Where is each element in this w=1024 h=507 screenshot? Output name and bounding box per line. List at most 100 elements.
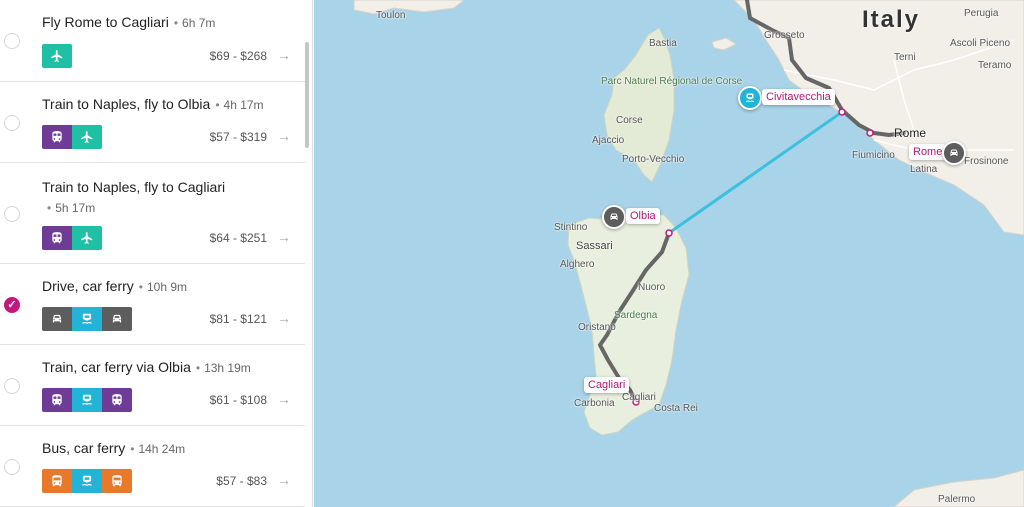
route-duration: 13h 19m <box>204 361 251 375</box>
olbia-car-pin[interactable] <box>602 205 626 229</box>
ferry-mode-badge <box>72 307 102 331</box>
france-coast <box>353 0 465 15</box>
place-costa-rei: Costa Rei <box>654 403 698 414</box>
route-title-text: Drive, car ferry <box>42 278 134 294</box>
route-list-scrollbar[interactable] <box>305 42 309 148</box>
bus-mode-badge <box>102 469 132 493</box>
car-icon <box>52 314 62 323</box>
bus-icon <box>112 475 122 487</box>
place-ascoli: Ascoli Piceno <box>950 38 1011 49</box>
route-radio[interactable] <box>4 114 20 131</box>
route-price: $61 - $108 <box>209 393 267 407</box>
route-arrow-icon[interactable]: → <box>277 310 291 326</box>
route-price: $57 - $319 <box>209 130 267 144</box>
car-icon <box>610 213 618 220</box>
place-cagliari-city: Cagliari <box>622 392 656 403</box>
route-radio[interactable] <box>4 377 20 394</box>
route-separator: • <box>47 201 52 215</box>
train-mode-badge <box>42 226 72 250</box>
route-title: Train, car ferry via Olbia • 13h 19m <box>42 359 297 375</box>
civitavecchia-label[interactable]: Civitavecchia <box>762 89 835 105</box>
elba-island <box>711 37 738 51</box>
place-alghero: Alghero <box>560 259 595 270</box>
car-mode-badge <box>42 307 72 331</box>
transport-modes <box>42 388 132 412</box>
route-title-text: Fly Rome to Cagliari <box>42 14 169 30</box>
place-bastia: Bastia <box>649 38 677 49</box>
route-arrow-icon[interactable]: → <box>277 128 291 144</box>
route-radio-selected[interactable]: ✓ <box>4 296 20 313</box>
train-mode-badge <box>42 388 72 412</box>
route-title: Train to Naples, fly to Olbia • 4h 17m <box>42 96 297 112</box>
train-mode-badge <box>102 388 132 412</box>
train-icon <box>52 232 62 244</box>
route-ferry <box>668 110 843 235</box>
place-sardegna: Sardegna <box>614 310 658 321</box>
route-option[interactable]: Fly Rome to Cagliari • 6h 7m $69 - $268 → <box>0 0 305 82</box>
route-separator: • <box>173 16 179 30</box>
place-fiumicino: Fiumicino <box>852 150 895 161</box>
route-duration: 6h 7m <box>182 16 216 30</box>
route-arrow-icon[interactable]: → <box>277 229 291 245</box>
transport-modes <box>42 469 132 493</box>
place-corse: Corse <box>616 115 643 126</box>
route-title-text: Train to Naples, fly to Olbia <box>42 96 211 112</box>
bus-mode-badge <box>42 469 72 493</box>
route-option[interactable]: Bus, car ferry • 14h 24m $57 - $83 → <box>0 426 305 507</box>
plane-icon <box>51 50 63 62</box>
route-option[interactable]: Train, car ferry via Olbia • 13h 19m $61 - … <box>0 345 305 426</box>
ferry-icon <box>82 394 92 405</box>
route-price: $81 - $121 <box>209 312 267 326</box>
stop-rome <box>866 129 874 137</box>
train-icon <box>52 131 62 143</box>
car-icon <box>950 149 958 156</box>
place-palermo: Palermo <box>938 494 976 505</box>
route-option[interactable]: Train to Naples, fly to Cagliari • 5h 17m $… <box>0 163 305 264</box>
ferry-icon <box>82 313 92 324</box>
transport-modes <box>42 226 102 250</box>
route-title: Train to Naples, fly to Cagliari • 5h 17m <box>42 177 297 218</box>
fly-mode-badge <box>72 125 102 149</box>
ferry-icon <box>82 475 92 486</box>
route-title-text: Train to Naples, fly to Cagliari <box>42 179 226 195</box>
route-list-panel[interactable]: Fly Rome to Cagliari • 6h 7m $69 - $268 → Tra… <box>0 0 313 507</box>
map[interactable]: Toulon Italy Grosseto Bastia Parc Nature… <box>314 0 1024 507</box>
olbia-label[interactable]: Olbia <box>626 208 660 224</box>
train-mode-badge <box>42 125 72 149</box>
route-price: $64 - $251 <box>209 231 267 245</box>
route-duration: 14h 24m <box>138 442 186 456</box>
place-rome: Rome <box>894 126 927 140</box>
transport-modes <box>42 44 72 68</box>
rome-car-pin[interactable] <box>942 141 966 165</box>
place-sassari: Sassari <box>576 240 613 252</box>
route-arrow-icon[interactable]: → <box>277 472 291 488</box>
route-option[interactable]: Train to Naples, fly to Olbia • 4h 17m $57 … <box>0 82 305 163</box>
place-carbonia: Carbonia <box>574 398 615 409</box>
route-radio[interactable] <box>4 33 20 49</box>
plane-icon <box>81 131 93 143</box>
country-label: Italy <box>862 6 921 33</box>
rome-label[interactable]: Rome <box>909 144 947 160</box>
place-perugia: Perugia <box>964 8 999 19</box>
route-arrow-icon[interactable]: → <box>277 391 291 407</box>
car-mode-badge <box>102 307 132 331</box>
stop-civitavecchia <box>838 108 846 116</box>
place-grosseto: Grosseto <box>764 30 805 41</box>
route-duration: 4h 17m <box>223 98 264 112</box>
place-corsica-park: Parc Naturel Régional de Corse <box>601 76 743 87</box>
route-radio[interactable] <box>4 458 20 475</box>
route-title: Bus, car ferry • 14h 24m <box>42 440 297 456</box>
route-title: Drive, car ferry • 10h 9m <box>42 278 297 294</box>
transport-modes <box>42 125 102 149</box>
ferry-icon <box>746 93 754 102</box>
route-title-text: Bus, car ferry <box>42 440 126 456</box>
civitavecchia-ferry-pin[interactable] <box>738 86 762 110</box>
cagliari-label[interactable]: Cagliari <box>584 377 630 393</box>
place-ajaccio: Ajaccio <box>592 135 625 146</box>
place-porto-vecchio: Porto-Vecchio <box>622 154 685 165</box>
stop-olbia <box>665 229 673 237</box>
route-option[interactable]: ✓ Drive, car ferry • 10h 9m $81 - $121 → <box>0 264 305 345</box>
route-arrow-icon[interactable]: → <box>277 47 291 63</box>
route-radio[interactable] <box>4 205 20 222</box>
route-price: $57 - $83 <box>216 474 267 488</box>
